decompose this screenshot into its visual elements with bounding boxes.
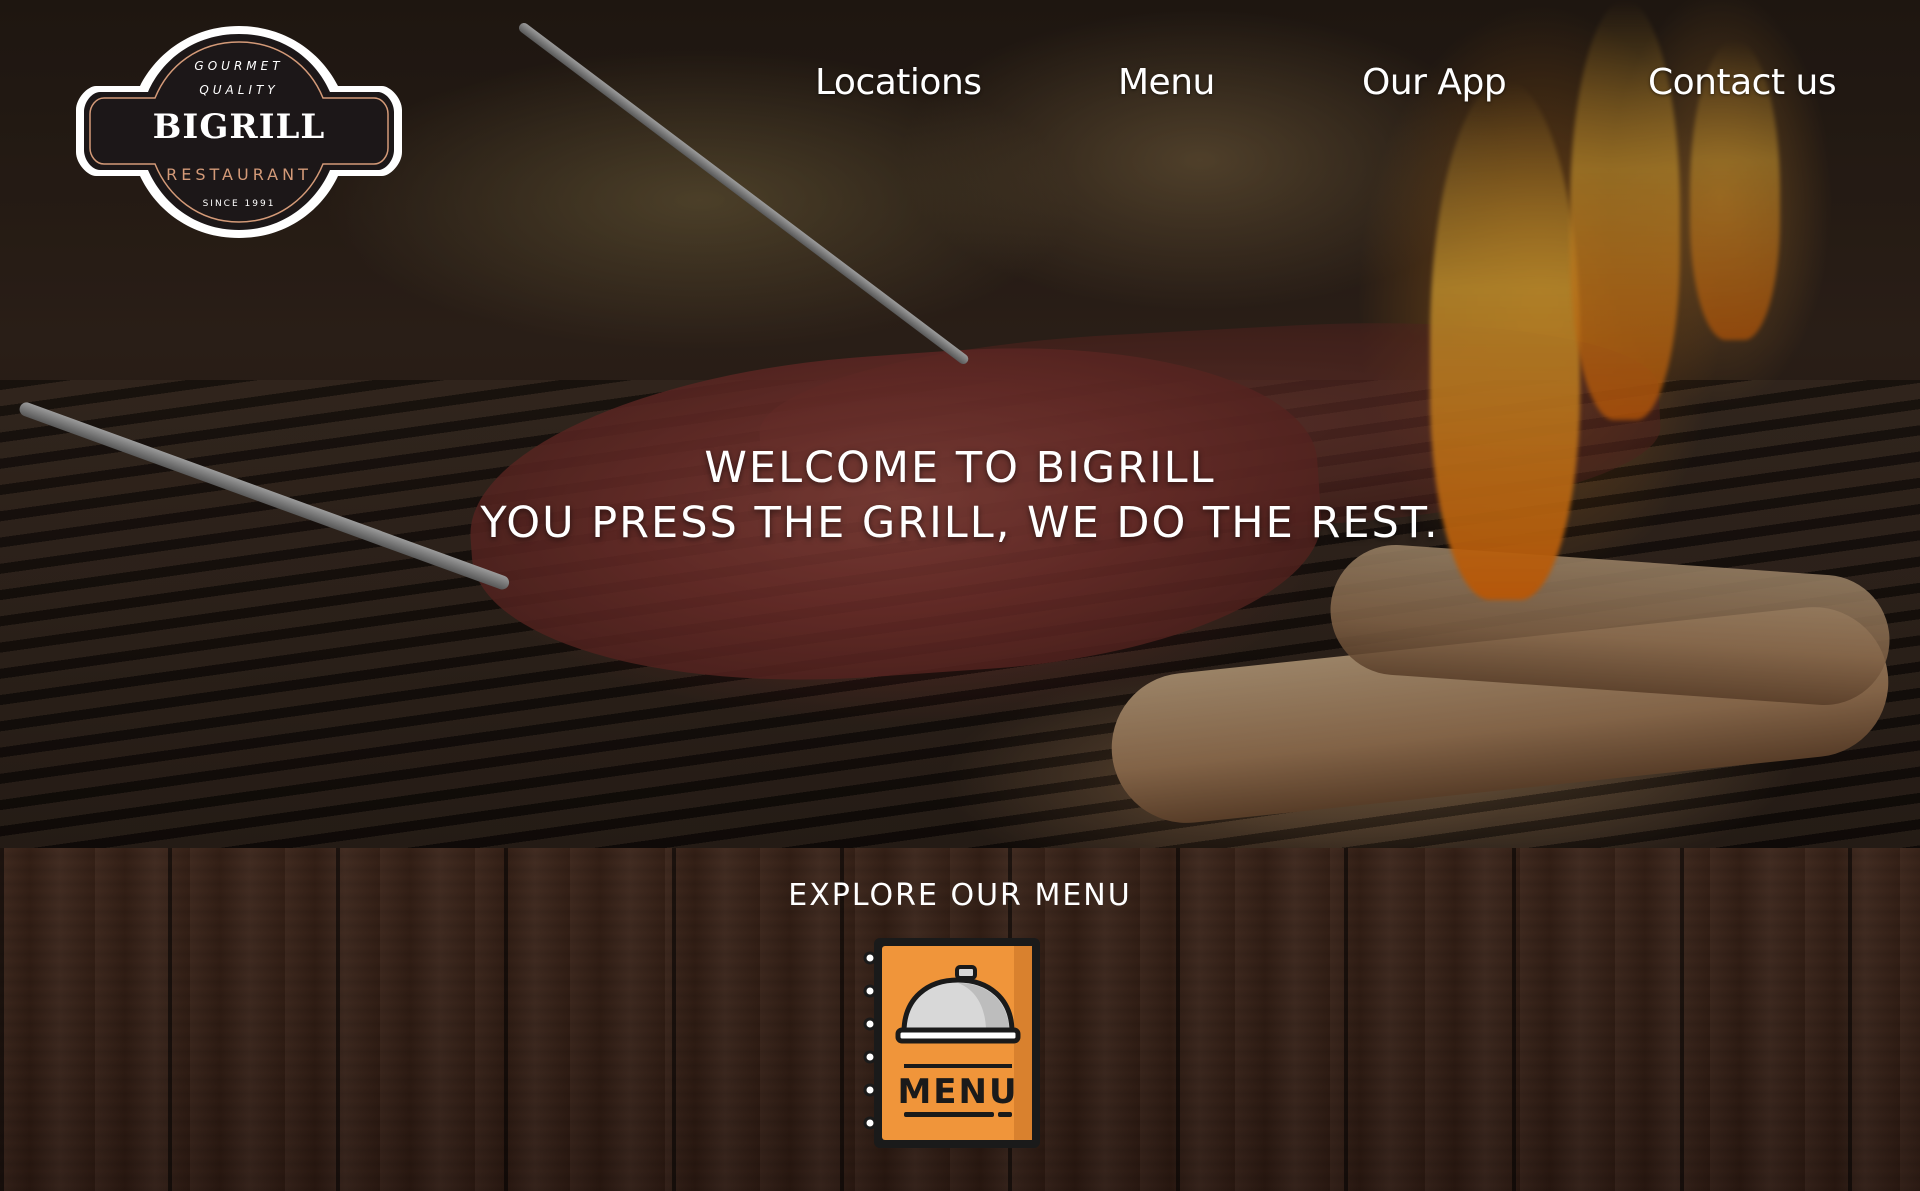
hero-tagline-text: YOU PRESS THE GRILL, WE DO THE REST. — [480, 498, 1440, 548]
nav-menu[interactable]: Menu — [1118, 62, 1215, 103]
logo-name-text: BIGRILL — [153, 107, 326, 147]
bigrill-logo[interactable]: GOURMET QUALITY BIGRILL RESTAURANT SINCE… — [72, 24, 406, 240]
hero-banner: GOURMET QUALITY BIGRILL RESTAURANT SINCE… — [0, 0, 1920, 848]
menu-icon-label: MENU — [897, 1072, 1018, 1112]
logo-since-text: SINCE 1991 — [203, 199, 276, 209]
main-nav: Locations Menu Our App Contact us — [0, 62, 1920, 112]
explore-menu-heading: EXPLORE OUR MENU — [788, 878, 1132, 913]
hero-headline: WELCOME TO BIGRILL YOU PRESS THE GRILL, … — [0, 442, 1920, 552]
logo-restaurant-text: RESTAURANT — [166, 165, 312, 184]
nav-locations[interactable]: Locations — [815, 62, 982, 103]
menu-cloche-icon[interactable]: MENU — [858, 934, 1044, 1152]
hero-welcome-text: WELCOME TO BIGRILL — [704, 443, 1216, 493]
nav-contact-us[interactable]: Contact us — [1648, 62, 1837, 103]
nav-our-app[interactable]: Our App — [1362, 62, 1507, 103]
